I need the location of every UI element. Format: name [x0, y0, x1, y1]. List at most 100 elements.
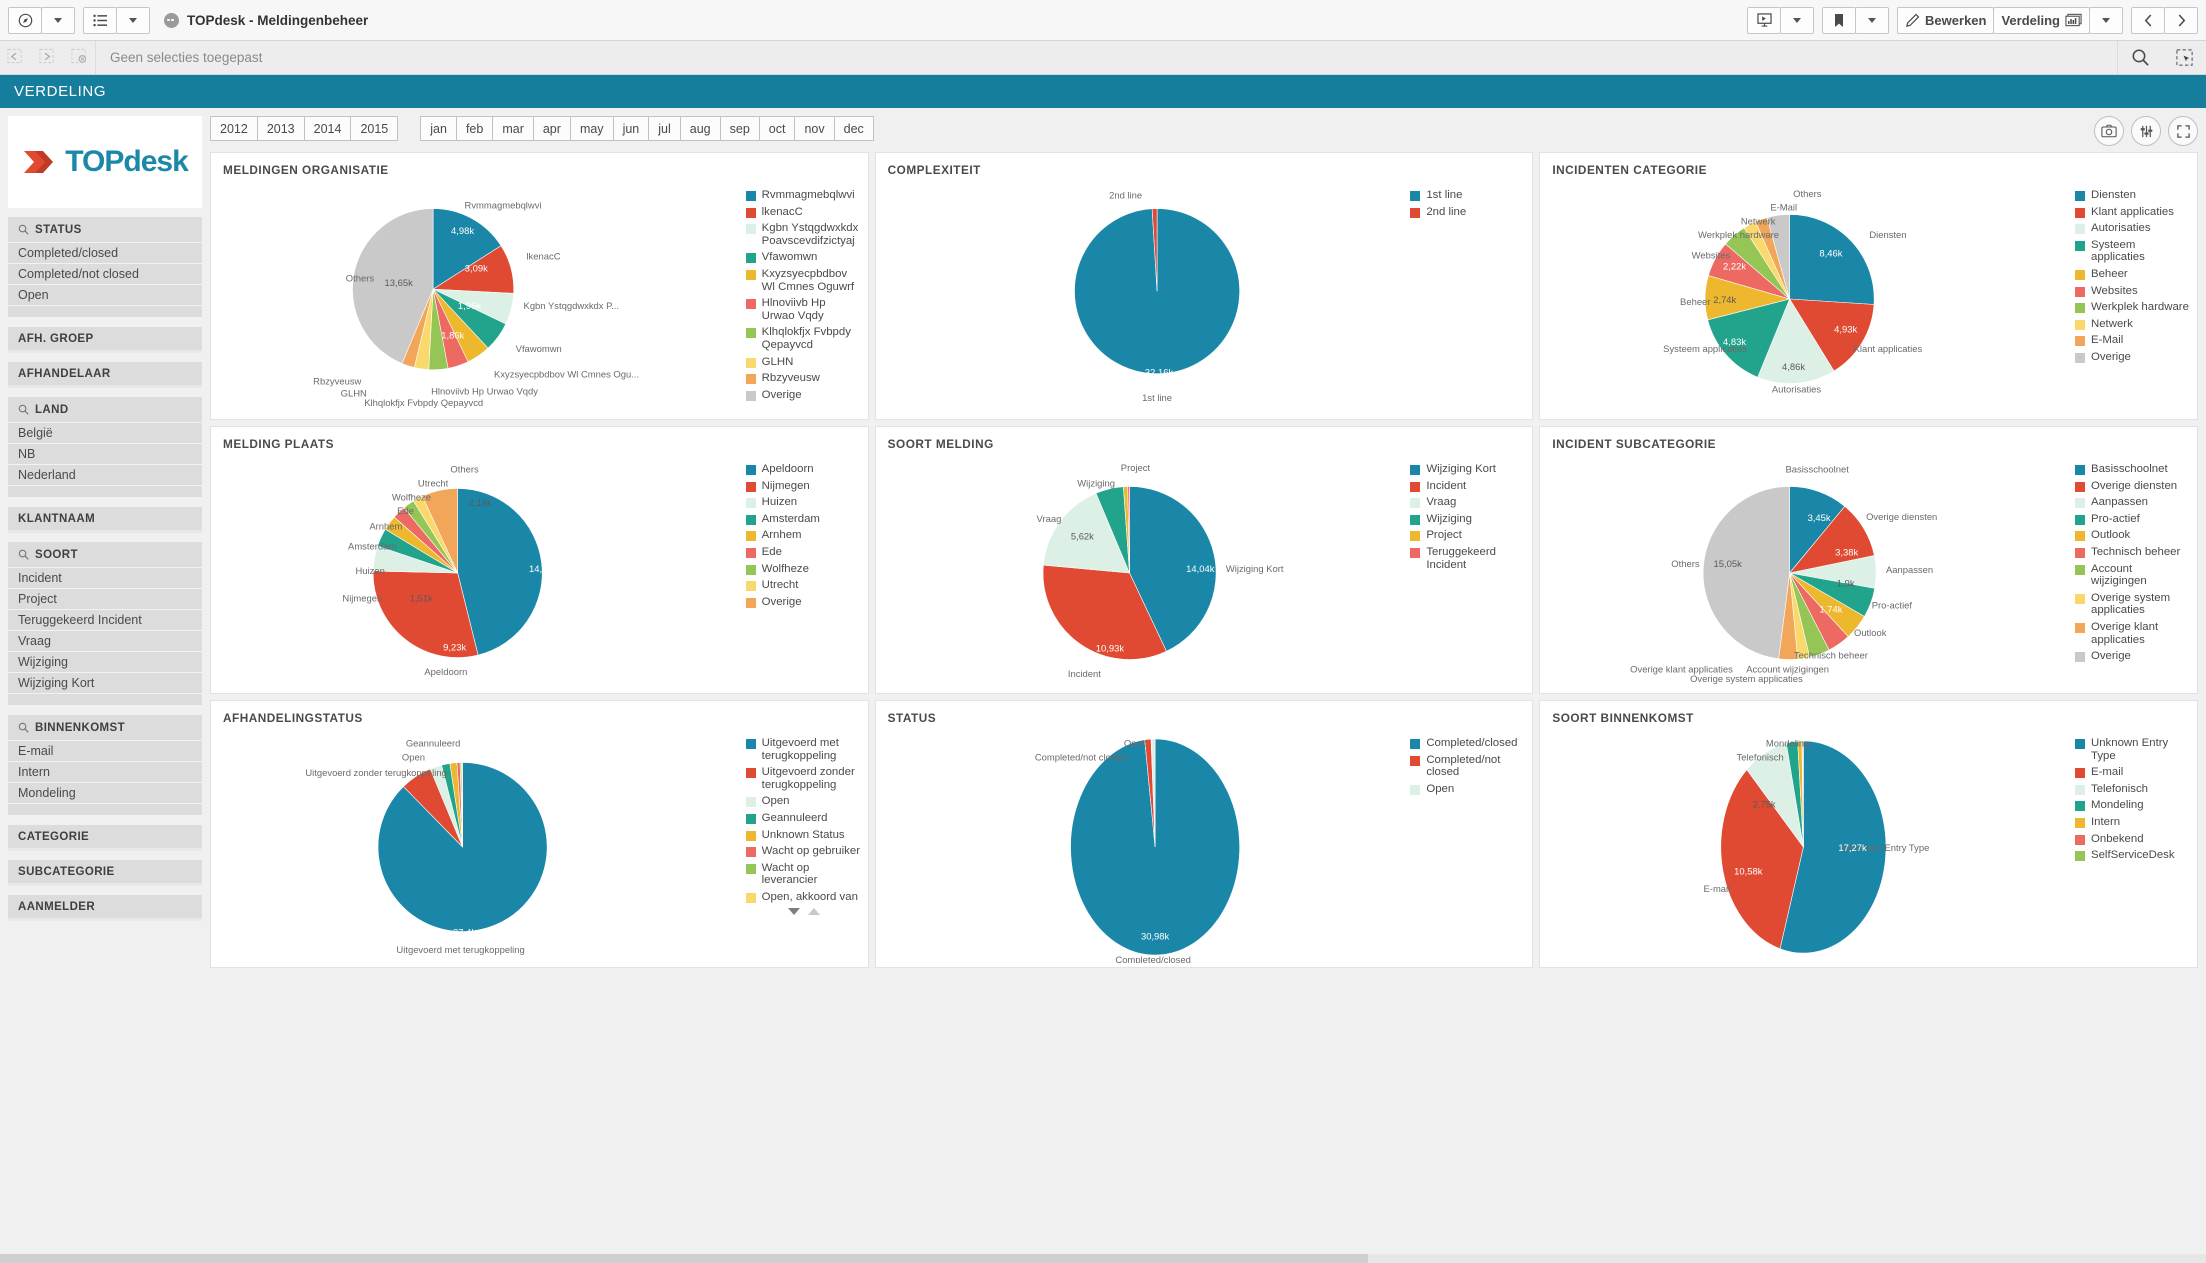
pie-chart[interactable]: Others Utrecht Wolfheze Ede Arnhem Amsterdam H… — [211, 457, 744, 689]
legend-item[interactable]: Uitgevoerd zonder terugkoppeling — [745, 766, 862, 791]
legend-item[interactable]: 1st line — [1410, 189, 1526, 202]
filter-value[interactable]: Incident — [8, 568, 202, 589]
story-button[interactable] — [1747, 6, 1782, 34]
sheets-list-button[interactable] — [83, 6, 117, 34]
legend-item[interactable]: Project — [1410, 529, 1526, 542]
month-button-jul[interactable]: jul — [649, 116, 681, 141]
bookmark-dropdown[interactable] — [1855, 6, 1890, 34]
filter-value[interactable]: Open — [8, 285, 202, 306]
sheet-selector-button[interactable]: Verdeling — [1993, 6, 2090, 34]
legend-item[interactable]: Geannuleerd — [745, 812, 862, 825]
previous-sheet-button[interactable] — [2131, 6, 2165, 34]
legend-item[interactable]: Diensten — [2075, 189, 2191, 202]
legend-item[interactable]: Amsterdam — [745, 513, 862, 526]
legend-item[interactable]: Arnhem — [745, 529, 862, 542]
sheets-list-dropdown[interactable] — [116, 6, 150, 34]
filter-value[interactable]: Project — [8, 589, 202, 610]
legend-item[interactable]: GLHN — [745, 356, 862, 369]
legend-item[interactable]: Intern — [2075, 816, 2191, 829]
pie-chart[interactable]: Others E-Mail Netwerk Werkplek hardware Webs… — [1540, 183, 2073, 415]
legend-item[interactable]: Overige — [745, 596, 862, 609]
legend-item[interactable]: Aanpassen — [2075, 496, 2191, 509]
sort-icon[interactable] — [2131, 116, 2161, 146]
legend-item[interactable]: Account wijzigingen — [2075, 563, 2191, 588]
pie-chart[interactable]: Mondeling Telefonisch Unknown Entry Type E-… — [1540, 731, 2073, 963]
legend-item[interactable]: Open — [1410, 783, 1526, 796]
month-button-dec[interactable]: dec — [834, 116, 874, 141]
legend-item[interactable]: Autorisaties — [2075, 222, 2191, 235]
legend-item[interactable]: Unknown Entry Type — [2075, 737, 2191, 762]
legend-item[interactable]: Wolfheze — [745, 563, 862, 576]
scrollbar-thumb[interactable] — [0, 1254, 1368, 1263]
legend-item[interactable]: Overige system applicaties — [2075, 592, 2191, 617]
story-dropdown[interactable] — [1780, 6, 1815, 34]
filter-value[interactable]: Vraag — [8, 631, 202, 652]
nav-compass-button[interactable] — [8, 6, 42, 34]
pie-chart[interactable]: Basisschoolnet Overige diensten Aanpassen P… — [1540, 457, 2073, 689]
selection-forward-icon[interactable] — [39, 48, 56, 67]
filter-value[interactable]: Mondeling — [8, 783, 202, 804]
legend-item[interactable]: Kgbn Ystqgdwxkdx Poavscevdifzictyaj — [745, 222, 862, 247]
legend-item[interactable]: lkenacC — [745, 206, 862, 219]
year-button-2015[interactable]: 2015 — [351, 116, 399, 141]
filter-value[interactable]: Teruggekeerd Incident — [8, 610, 202, 631]
filter-value[interactable]: Wijziging Kort — [8, 673, 202, 694]
legend-item[interactable]: 2nd line — [1410, 206, 1526, 219]
legend-item[interactable]: Rvmmagmebqlwvi — [745, 189, 862, 202]
filter-value[interactable]: Nederland — [8, 465, 202, 486]
filter-header[interactable]: AFH. GROEP — [8, 327, 202, 353]
camera-icon[interactable] — [2094, 116, 2124, 146]
filter-header[interactable]: SOORT — [8, 542, 202, 568]
filter-header[interactable]: CATEGORIE — [8, 825, 202, 851]
legend-item[interactable]: Klant applicaties — [2075, 206, 2191, 219]
legend-item[interactable]: Overige — [2075, 351, 2191, 364]
legend-item[interactable]: Onbekend — [2075, 833, 2191, 846]
legend-item[interactable]: SelfServiceDesk — [2075, 849, 2191, 862]
legend-item[interactable]: Teruggekeerd Incident — [1410, 546, 1526, 571]
month-button-jan[interactable]: jan — [420, 116, 457, 141]
legend-item[interactable]: E-mail — [2075, 766, 2191, 779]
legend-item[interactable]: Completed/not closed — [1410, 754, 1526, 779]
legend-item[interactable]: Vfawomwn — [745, 251, 862, 264]
pie-chart[interactable]: Project Wijziging Vraag Incident Wijziging K… — [876, 457, 1409, 689]
filter-value[interactable]: Completed/closed — [8, 243, 202, 264]
next-sheet-button[interactable] — [2164, 6, 2198, 34]
bookmark-button[interactable] — [1822, 6, 1857, 34]
filter-header[interactable]: SUBCATEGORIE — [8, 860, 202, 886]
legend-item[interactable]: Netwerk — [2075, 318, 2191, 331]
legend-item[interactable]: Websites — [2075, 285, 2191, 298]
legend-item[interactable]: Wacht op leverancier — [745, 862, 862, 887]
search-icon[interactable] — [2118, 48, 2162, 67]
month-button-sep[interactable]: sep — [720, 116, 760, 141]
legend-item[interactable]: Beheer — [2075, 268, 2191, 281]
month-button-jun[interactable]: jun — [613, 116, 650, 141]
filter-header[interactable]: BINNENKOMST — [8, 715, 202, 741]
legend-item[interactable]: Overige — [745, 389, 862, 402]
legend-item[interactable]: Open — [745, 795, 862, 808]
legend-item[interactable]: Overige diensten — [2075, 480, 2191, 493]
legend-item[interactable]: Klhqlokfjx Fvbpdy Qepayvcd — [745, 326, 862, 351]
filter-header[interactable]: AANMELDER — [8, 895, 202, 921]
pie-slice[interactable] — [1789, 214, 1875, 305]
year-button-2013[interactable]: 2013 — [257, 116, 305, 141]
legend-item[interactable]: Nijmegen — [745, 480, 862, 493]
legend-item[interactable]: Huizen — [745, 496, 862, 509]
year-button-2014[interactable]: 2014 — [304, 116, 352, 141]
selection-back-icon[interactable] — [7, 48, 24, 67]
filter-value[interactable]: Completed/not closed — [8, 264, 202, 285]
filter-value[interactable]: Wijziging — [8, 652, 202, 673]
month-button-apr[interactable]: apr — [533, 116, 571, 141]
legend-item[interactable]: Wijziging — [1410, 513, 1526, 526]
legend-item[interactable]: Kxyzsyecpbdbov Wl Cmnes Oguwrf — [745, 268, 862, 293]
filter-value[interactable]: E-mail — [8, 741, 202, 762]
legend-item[interactable]: Completed/closed — [1410, 737, 1526, 750]
legend-item[interactable]: Utrecht — [745, 579, 862, 592]
legend-scroll-up-icon[interactable] — [807, 907, 820, 915]
legend-item[interactable]: Overige — [2075, 650, 2191, 663]
filter-header[interactable]: STATUS — [8, 217, 202, 243]
legend-item[interactable]: Outlook — [2075, 529, 2191, 542]
legend-item[interactable]: Uitgevoerd met terugkoppeling — [745, 737, 862, 762]
legend-item[interactable]: E-Mail — [2075, 334, 2191, 347]
year-button-2012[interactable]: 2012 — [210, 116, 258, 141]
fullscreen-icon[interactable] — [2168, 116, 2198, 146]
